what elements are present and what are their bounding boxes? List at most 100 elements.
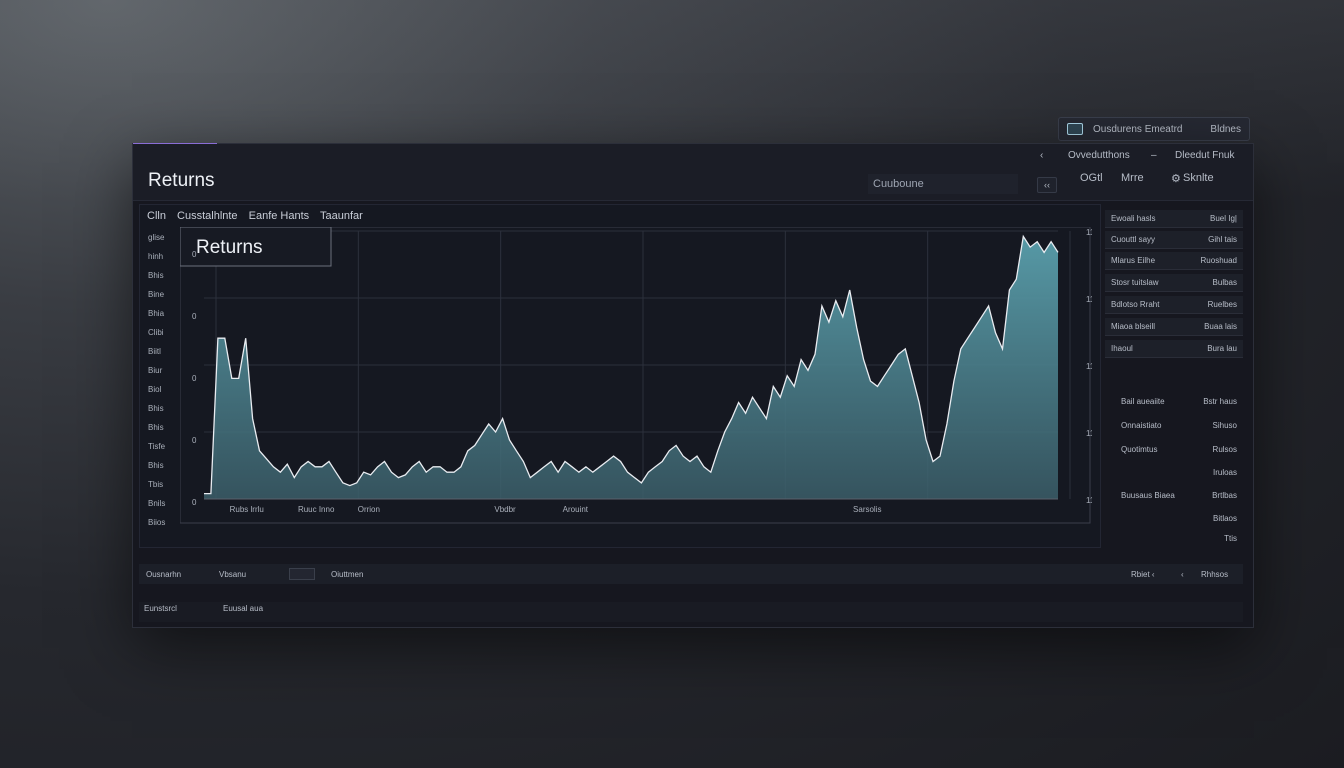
top-status-widget[interactable]: Ousdurens Emeatrd Bldnes xyxy=(1058,117,1250,141)
right-panel-row[interactable]: Cuouttl sayy Gihl tais xyxy=(1105,231,1243,249)
series-area xyxy=(204,236,1058,499)
left-label: Tisfe xyxy=(148,442,166,451)
row-value: Bulbas xyxy=(1212,278,1237,287)
footer2-item-1[interactable]: Eunstsrcl xyxy=(144,604,177,613)
right-plain-label: Buusaus Biaea xyxy=(1121,491,1175,500)
left-label: Bhia xyxy=(148,309,165,318)
row-value: Ruoshuad xyxy=(1200,256,1237,265)
left-label: Biios xyxy=(148,518,166,527)
y-tick-left: 0 xyxy=(192,436,197,445)
top-widget-value: Bldnes xyxy=(1210,123,1241,135)
footer-item-1[interactable]: Ousnarhn xyxy=(146,570,181,579)
row-value: Buaa lais xyxy=(1204,322,1237,331)
right-plain-value: Ttis xyxy=(1224,534,1237,543)
row-label: Stosr tuitslaw xyxy=(1111,278,1159,287)
left-label: Biol xyxy=(148,385,162,394)
left-label: Bnils xyxy=(148,499,166,508)
header-item-3[interactable]: Sknlte xyxy=(1183,172,1214,192)
right-plain-value: Brtlbas xyxy=(1212,491,1237,500)
footer-item-6[interactable]: Rhhsos xyxy=(1201,570,1228,579)
left-label: Biitl xyxy=(148,347,161,356)
row-label: Ihaoul xyxy=(1111,344,1133,353)
left-label: Bine xyxy=(148,290,165,299)
right-plain-label: Onnaistiato xyxy=(1121,421,1162,430)
header-caret-icon-2[interactable]: – xyxy=(1151,150,1157,161)
right-panel-row[interactable]: Ihaoul Bura lau xyxy=(1105,340,1243,358)
app-window: ‹ Ovvedutthons – Dleedut Fnuk Returns ‹‹… xyxy=(132,143,1254,628)
chart-panel: Clln Cusstalhlnte Eanfe Hants Taaunfar g… xyxy=(139,204,1101,548)
left-label: Bhis xyxy=(148,461,164,470)
legend-item[interactable]: Eanfe Hants xyxy=(249,210,310,222)
x-tick: Rubs lrrlu xyxy=(230,505,264,514)
x-tick: Orrion xyxy=(358,505,380,514)
left-label: hinh xyxy=(148,252,164,261)
header-item-2[interactable]: Mrre xyxy=(1121,172,1144,192)
y-tick-right: 11 xyxy=(1086,228,1092,237)
row-label: Miaoa blseill xyxy=(1111,322,1156,331)
window-icon xyxy=(1067,123,1083,135)
right-data-panel: Ewoali hasls Buel Ig| Cuouttl sayy Gihl tai… xyxy=(1105,204,1243,549)
x-tick: Vbdbr xyxy=(494,505,516,514)
y-tick-right: 11 xyxy=(1086,362,1092,371)
right-plain-value: Sihuso xyxy=(1212,421,1237,430)
inset-label: Returns xyxy=(196,237,263,258)
title-bar: ‹ Ovvedutthons – Dleedut Fnuk Returns ‹‹… xyxy=(133,144,1253,201)
right-plain-value: Iruloas xyxy=(1212,468,1237,477)
y-tick-left: 0 xyxy=(192,374,197,383)
right-panel-row[interactable]: Mlarus Eilhe Ruoshuad xyxy=(1105,252,1243,270)
header-top-item-2[interactable]: Dleedut Fnuk xyxy=(1175,150,1234,161)
left-label: Bhis xyxy=(148,271,164,280)
y-tick-right: 11 xyxy=(1086,496,1092,505)
gear-icon[interactable]: ⚙ xyxy=(1171,172,1181,192)
left-label: Bhis xyxy=(148,404,164,413)
left-label: Bhis xyxy=(148,423,164,432)
legend-item[interactable]: Taaunfar xyxy=(320,210,363,222)
y-tick-left: 0 xyxy=(192,250,197,259)
header-caret-icon[interactable]: ‹ xyxy=(1040,150,1043,161)
left-label: Tbis xyxy=(148,480,164,489)
footer-item-2[interactable]: Vbsanu xyxy=(219,570,246,579)
footer-item-5[interactable]: ‹ xyxy=(1181,570,1184,579)
search-button[interactable]: ‹‹ xyxy=(1037,177,1057,193)
right-panel-row[interactable]: Stosr tuitslaw Bulbas xyxy=(1105,274,1243,292)
header-item-1[interactable]: OGtl xyxy=(1080,172,1103,192)
right-panel-row[interactable]: Miaoa blseill Buaa lais xyxy=(1105,318,1243,336)
right-plain-label: Quotimtus xyxy=(1121,445,1158,454)
y-tick-left: 0 xyxy=(192,498,197,507)
header-top: ‹ Ovvedutthons – Dleedut Fnuk xyxy=(133,150,1253,166)
legend-item[interactable]: Cusstalhlnte xyxy=(177,210,238,222)
x-tick: Sarsolis xyxy=(853,505,881,514)
footer-tab[interactable] xyxy=(289,568,315,580)
footer-item-4[interactable]: Rbiet ‹ xyxy=(1131,570,1155,579)
row-value: Buel Ig| xyxy=(1210,214,1237,223)
left-label: glise xyxy=(148,233,165,242)
footer-bar-2: Eunstsrcl Euusal aua xyxy=(139,602,1243,622)
right-plain-value: Bitlaos xyxy=(1212,514,1237,523)
row-label: Ewoali hasls xyxy=(1111,214,1156,223)
search-input[interactable] xyxy=(868,174,1018,194)
right-plain-label: Bail aueaiite xyxy=(1121,397,1165,406)
left-label: Clibi xyxy=(148,328,164,337)
row-label: Mlarus Eilhe xyxy=(1111,256,1156,265)
top-widget-label: Ousdurens Emeatrd xyxy=(1093,123,1183,135)
x-tick: Ruuc Inno xyxy=(298,505,335,514)
right-panel-row[interactable]: Ewoali hasls Buel Ig| xyxy=(1105,210,1243,228)
chart-legend: Clln Cusstalhlnte Eanfe Hants Taaunfar xyxy=(147,210,371,222)
y-tick-right: 11 xyxy=(1086,429,1092,438)
row-value: Bura lau xyxy=(1207,344,1237,353)
footer-bar: Ousnarhn Vbsanu Oiuttmen Rbiet ‹ ‹ Rhhso… xyxy=(139,564,1243,584)
row-value: Gihl tais xyxy=(1208,235,1237,244)
right-plain-value: Rulsos xyxy=(1212,445,1237,454)
app-title: Returns xyxy=(148,170,215,191)
footer-item-3[interactable]: Oiuttmen xyxy=(331,570,363,579)
header-top-item-1[interactable]: Ovvedutthons xyxy=(1068,150,1130,161)
footer2-item-2[interactable]: Euusal aua xyxy=(223,604,263,613)
x-tick: Arouint xyxy=(563,505,589,514)
y-tick-right: 11 xyxy=(1086,295,1092,304)
returns-area-chart: Returns000001111111111Rubs lrrluRuuc Inn… xyxy=(180,227,1092,524)
y-tick-left: 0 xyxy=(192,312,197,321)
left-label: Biur xyxy=(148,366,163,375)
legend-item[interactable]: Clln xyxy=(147,210,166,222)
row-label: Bdlotso Rraht xyxy=(1111,300,1160,309)
right-panel-row[interactable]: Bdlotso Rraht Ruelbes xyxy=(1105,296,1243,314)
